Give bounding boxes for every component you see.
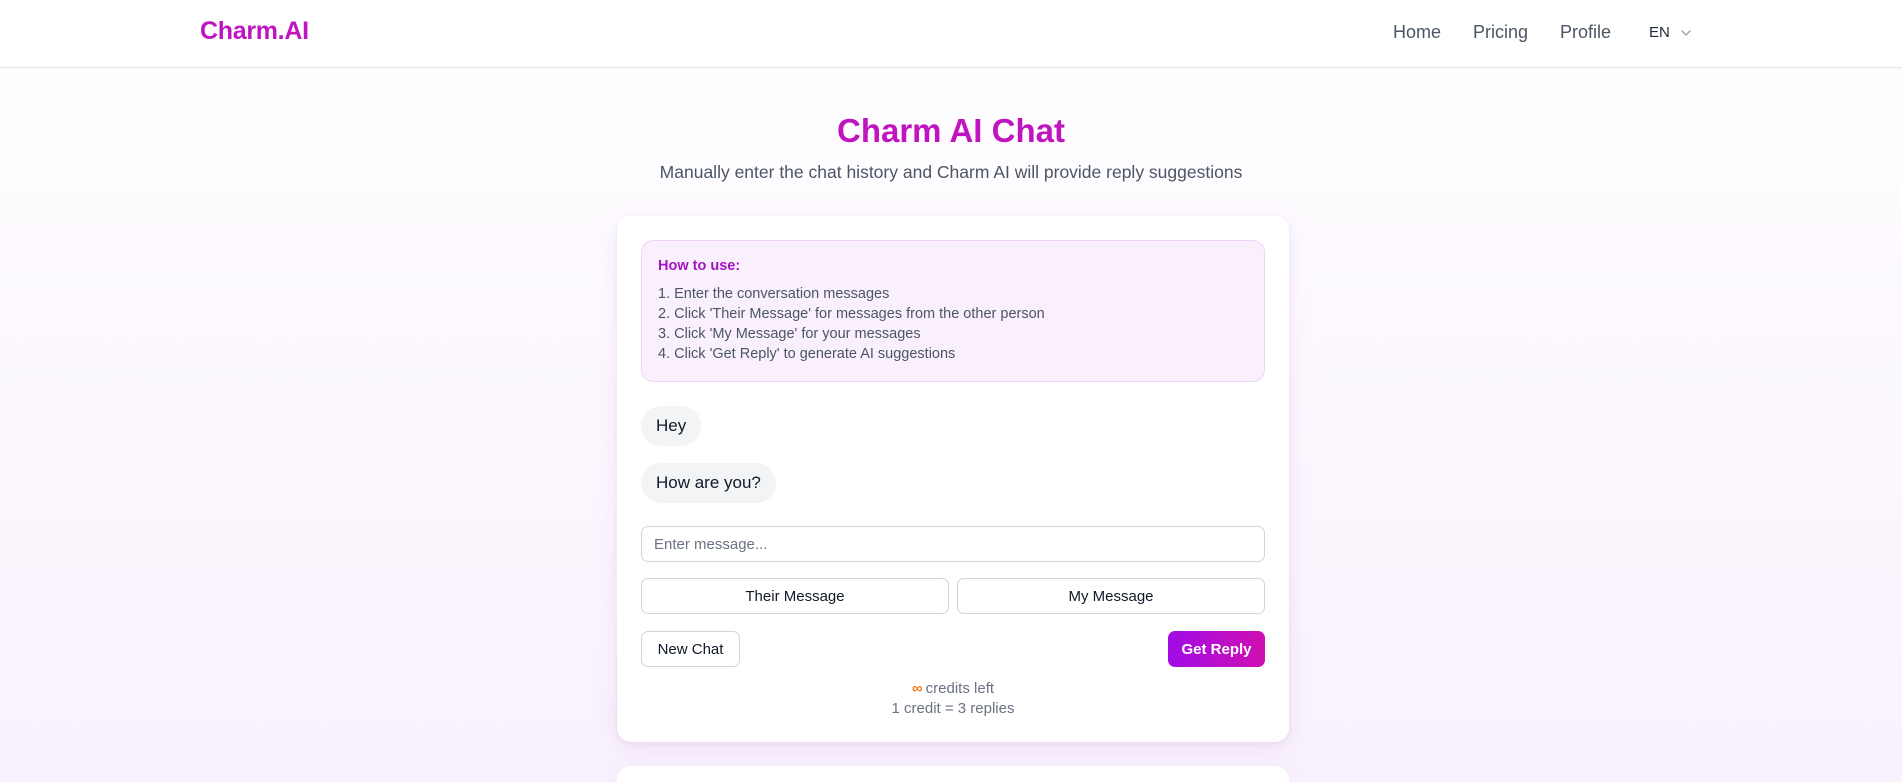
message-input[interactable] — [641, 526, 1265, 562]
nav-link-home[interactable]: Home — [1393, 22, 1441, 43]
brand-logo[interactable]: Charm.AI — [200, 17, 309, 46]
their-message-button[interactable]: Their Message — [641, 578, 949, 614]
message-bubble: How are you? — [641, 463, 776, 503]
my-message-button[interactable]: My Message — [957, 578, 1265, 614]
credits-info: ∞ credits left 1 credit = 3 replies — [617, 679, 1289, 719]
language-selector[interactable]: EN — [1649, 24, 1692, 41]
language-label: EN — [1649, 24, 1670, 41]
how-to-step: 1. Enter the conversation messages — [658, 286, 890, 302]
nav-link-pricing[interactable]: Pricing — [1473, 22, 1528, 43]
top-navbar: Charm.AI Home Pricing Profile EN — [0, 0, 1902, 68]
message-bubble: Hey — [641, 406, 702, 446]
infinity-icon: ∞ — [911, 680, 923, 697]
chevron-down-icon — [1681, 29, 1691, 36]
how-to-use-box: How to use: 1. Enter the conversation me… — [641, 240, 1265, 382]
page-subtitle: Manually enter the chat history and Char… — [659, 162, 1243, 182]
get-reply-button[interactable]: Get Reply — [1168, 631, 1265, 667]
credit-rate-text: 1 credit = 3 replies — [891, 700, 1015, 717]
how-to-step: 4. Click 'Get Reply' to generate AI sugg… — [658, 346, 956, 362]
nav-links: Home Pricing Profile — [1393, 22, 1611, 43]
chat-card: How to use: 1. Enter the conversation me… — [617, 216, 1289, 742]
page-title: Charm AI Chat — [837, 112, 1065, 149]
credits-left-text: credits left — [925, 680, 995, 697]
credits-left-line: ∞ credits left — [617, 679, 1289, 699]
how-to-use-title: How to use: — [658, 258, 741, 274]
new-chat-button[interactable]: New Chat — [641, 631, 740, 667]
how-to-step: 3. Click 'My Message' for your messages — [658, 326, 921, 342]
nav-link-profile[interactable]: Profile — [1560, 22, 1611, 43]
secondary-card — [617, 766, 1289, 782]
how-to-step: 2. Click 'Their Message' for messages fr… — [658, 306, 1045, 322]
